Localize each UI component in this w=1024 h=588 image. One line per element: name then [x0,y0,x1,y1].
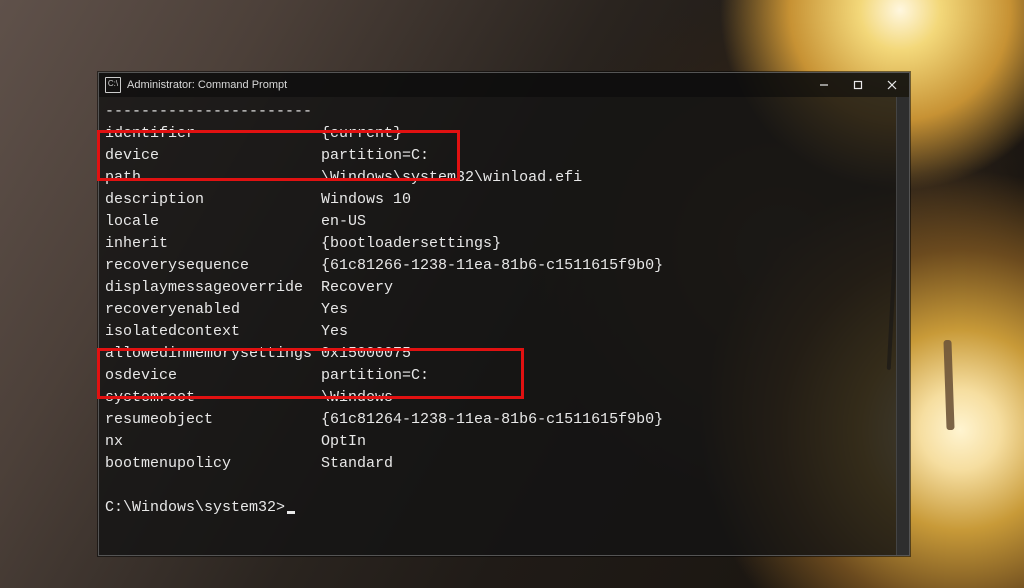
window-title: Administrator: Command Prompt [127,79,287,91]
command-prompt-line[interactable]: C:\Windows\system32> [105,497,903,519]
output-line: resumeobject {61c81264-1238-11ea-81b6-c1… [105,409,903,431]
close-button[interactable] [875,73,909,97]
output-line: path \Windows\system32\winload.efi [105,167,903,189]
output-line [105,475,903,497]
output-line: recoverysequence {61c81266-1238-11ea-81b… [105,255,903,277]
output-line: identifier {current} [105,123,903,145]
output-line: locale en-US [105,211,903,233]
output-line: recoveryenabled Yes [105,299,903,321]
close-icon [887,80,897,90]
vertical-scrollbar[interactable] [896,97,909,555]
maximize-icon [853,80,863,90]
output-line: systemroot \Windows [105,387,903,409]
maximize-button[interactable] [841,73,875,97]
output-line: device partition=C: [105,145,903,167]
output-line: allowedinmemorysettings 0x15000075 [105,343,903,365]
minimize-button[interactable] [807,73,841,97]
text-cursor [287,511,295,514]
output-line: description Windows 10 [105,189,903,211]
output-line: bootmenupolicy Standard [105,453,903,475]
decorative-bulb-cap [943,340,954,430]
command-prompt-window: C:\ Administrator: Command Prompt ------… [98,72,910,556]
cmd-icon: C:\ [105,77,121,93]
output-line: inherit {bootloadersettings} [105,233,903,255]
output-line: isolatedcontext Yes [105,321,903,343]
output-line: displaymessageoverride Recovery [105,277,903,299]
output-line: ----------------------- [105,101,903,123]
titlebar[interactable]: C:\ Administrator: Command Prompt [99,73,909,97]
terminal-output[interactable]: -----------------------identifier {curre… [105,101,903,549]
output-line: osdevice partition=C: [105,365,903,387]
output-line: nx OptIn [105,431,903,453]
minimize-icon [819,80,829,90]
